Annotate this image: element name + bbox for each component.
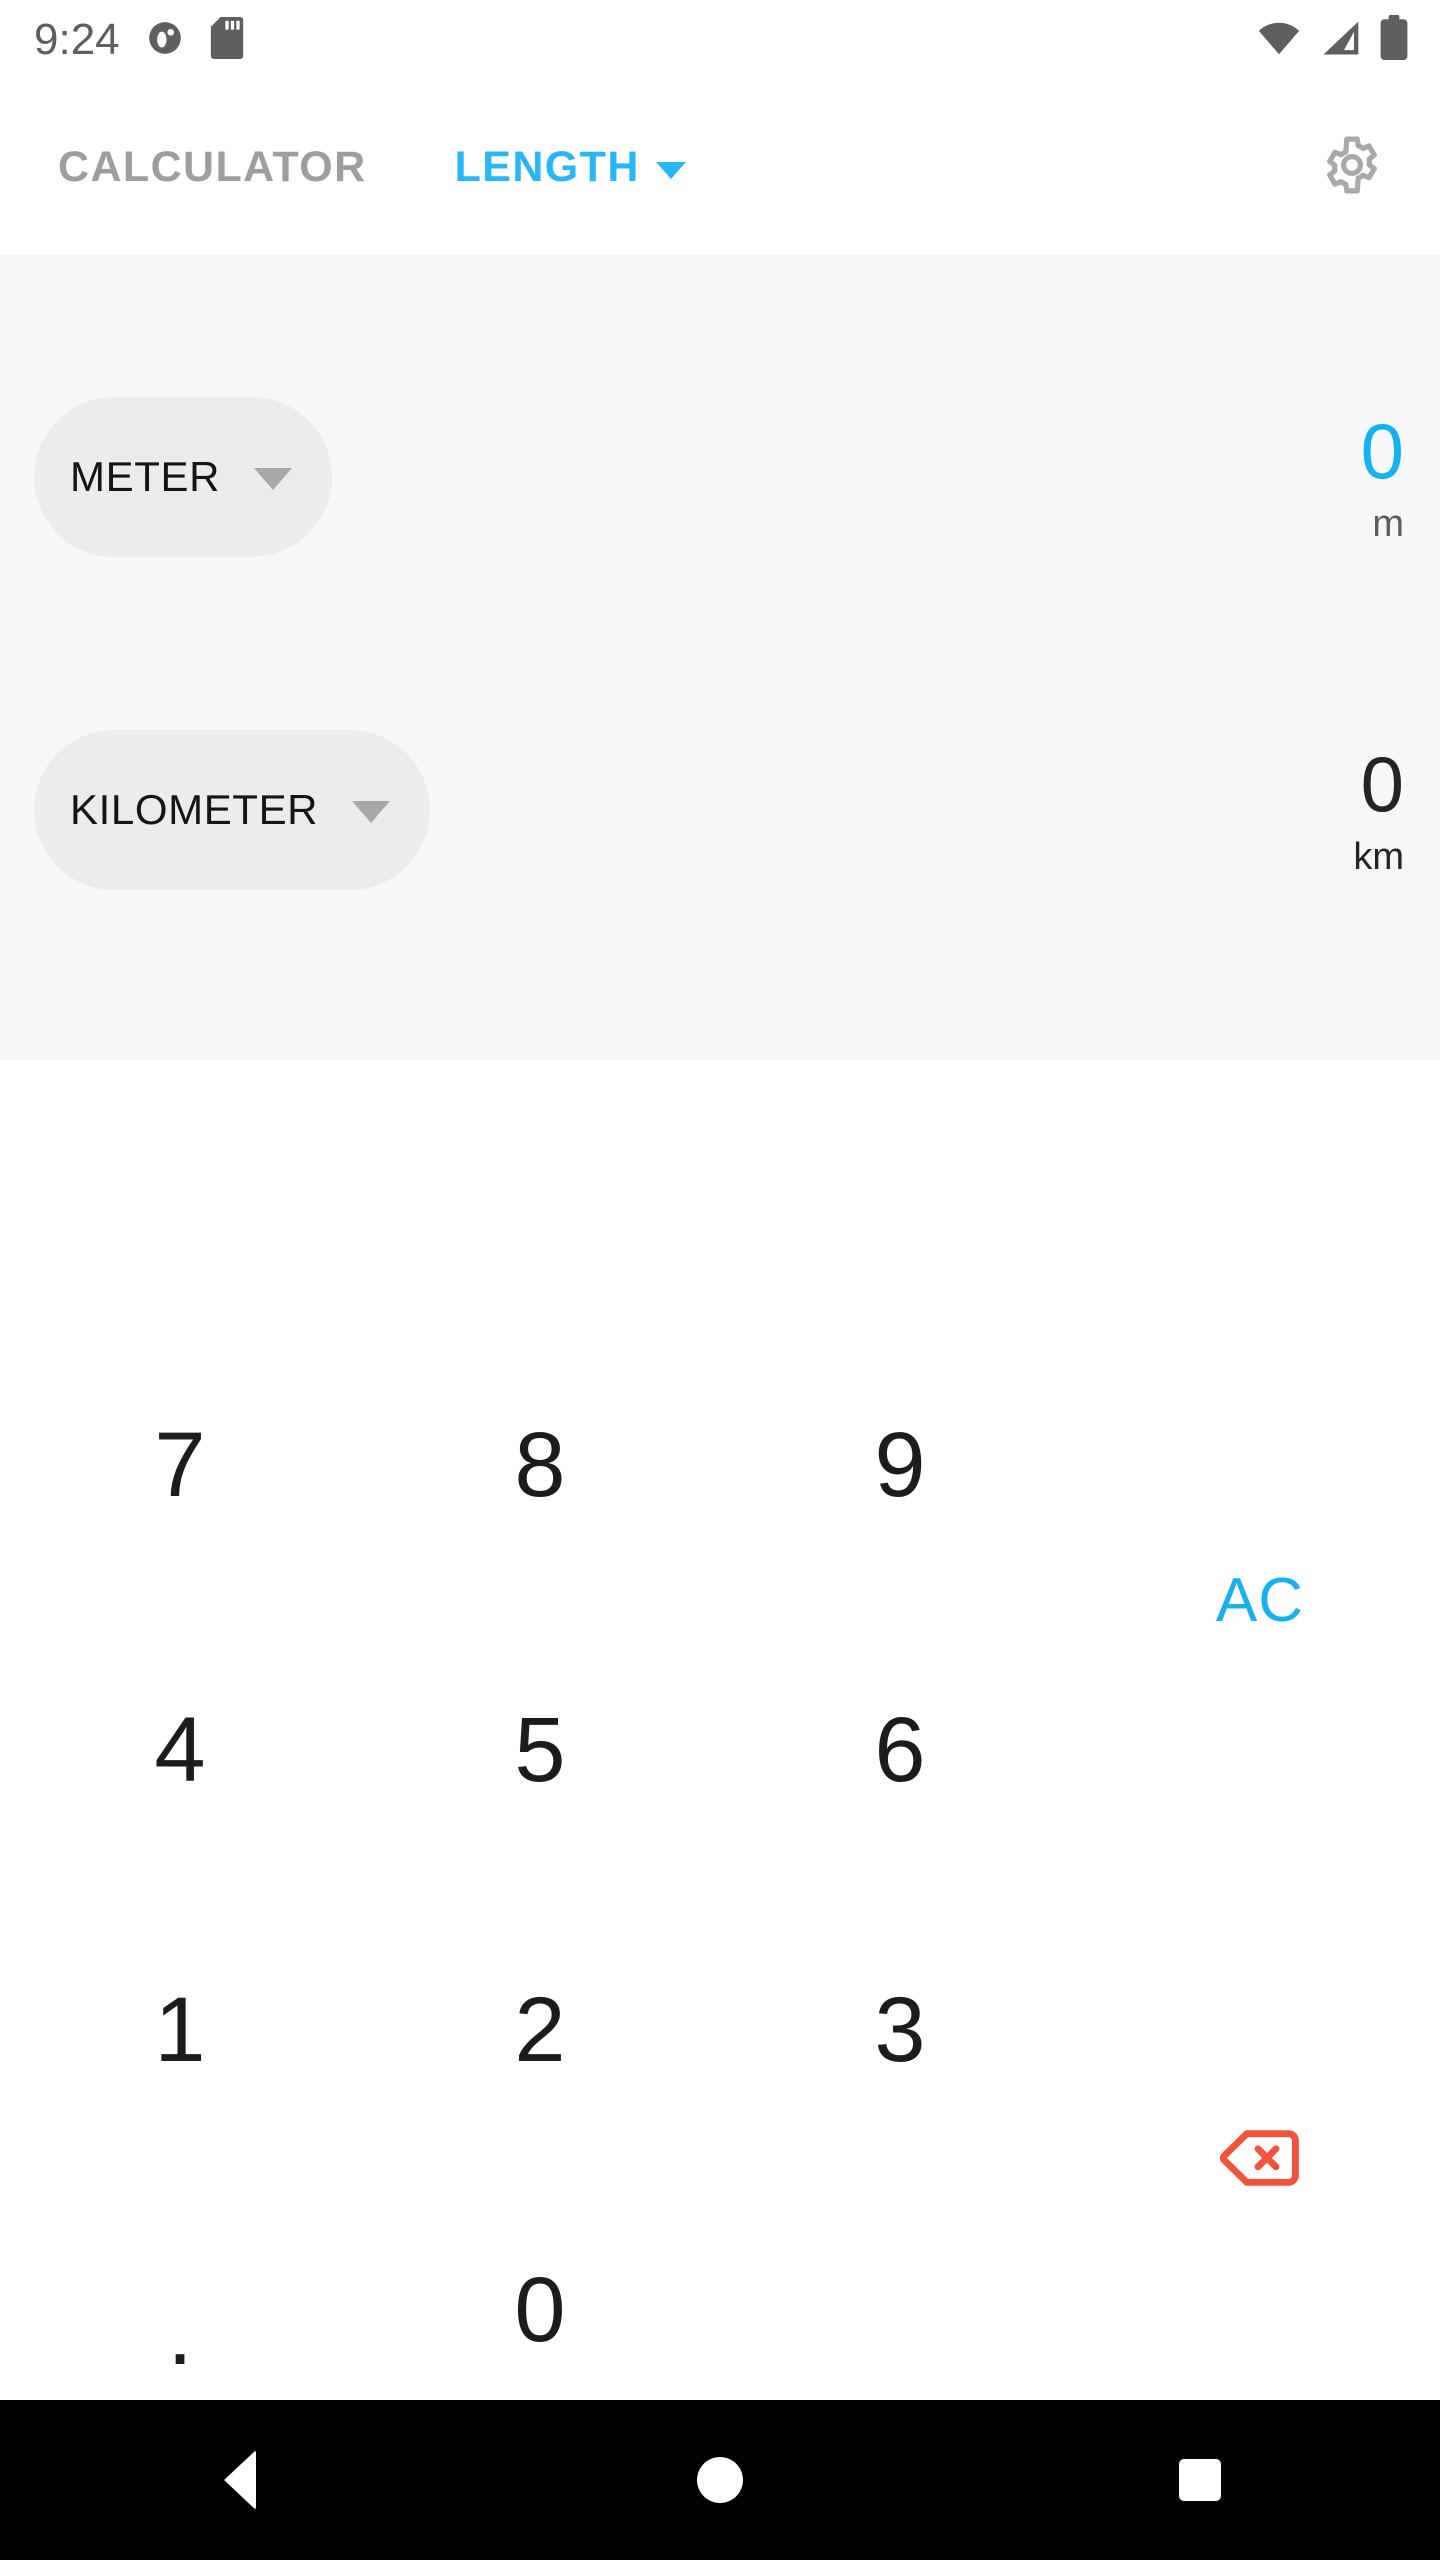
category-label: LENGTH xyxy=(454,143,640,191)
conversion-display-panel: METER 0 m KILOMETER 0 km xyxy=(0,255,1440,1060)
nav-home-button[interactable] xyxy=(480,2400,960,2560)
app-bar: CALCULATOR LENGTH xyxy=(0,80,1440,255)
status-bar-left-group: 9:24 xyxy=(34,15,244,64)
unit-selector-from-label: METER xyxy=(70,453,220,500)
backspace-icon xyxy=(1219,2128,1301,2193)
app-title: CALCULATOR xyxy=(58,143,367,191)
key-6[interactable]: 6 xyxy=(750,1635,1050,1865)
back-triangle-icon xyxy=(224,2450,256,2510)
recents-square-icon xyxy=(1179,2459,1221,2501)
cell-signal-icon xyxy=(1318,16,1362,65)
value-to-unit: km xyxy=(1353,836,1404,878)
system-navigation-bar xyxy=(0,2400,1440,2560)
settings-button[interactable] xyxy=(1300,116,1404,220)
status-bar: 9:24 xyxy=(0,0,1440,80)
nav-back-button[interactable] xyxy=(0,2400,480,2560)
nav-recents-button[interactable] xyxy=(960,2400,1440,2560)
conversion-row-to: KILOMETER 0 km xyxy=(0,730,1440,890)
gear-icon xyxy=(1319,132,1385,203)
key-8[interactable]: 8 xyxy=(390,1350,690,1580)
key-all-clear[interactable]: AC xyxy=(1110,1500,1410,1700)
wifi-icon xyxy=(1256,15,1302,66)
value-from-unit: m xyxy=(1372,503,1404,545)
category-selector[interactable]: LENGTH xyxy=(455,143,686,192)
value-display-to[interactable]: 0 km xyxy=(1353,740,1404,880)
status-bar-right-group xyxy=(1256,14,1410,66)
key-9[interactable]: 9 xyxy=(750,1350,1050,1580)
chevron-down-icon xyxy=(655,161,686,179)
chevron-down-icon xyxy=(254,468,292,490)
key-4[interactable]: 4 xyxy=(30,1635,330,1865)
home-circle-icon xyxy=(697,2457,743,2503)
unit-selector-to[interactable]: KILOMETER xyxy=(34,730,431,890)
chevron-down-icon xyxy=(352,801,391,823)
unit-selector-to-label: KILOMETER xyxy=(70,786,319,833)
app-circle-icon xyxy=(146,19,184,62)
key-decimal-point[interactable]: . xyxy=(30,2195,330,2425)
key-backspace[interactable] xyxy=(1110,2060,1410,2260)
value-from-number: 0 xyxy=(1360,407,1404,495)
keypad: 7 8 9 AC 4 5 6 1 2 3 . 0 xyxy=(0,1060,1440,2400)
value-to-number: 0 xyxy=(1360,740,1404,828)
value-display-from[interactable]: 0 m xyxy=(1361,407,1404,547)
key-5[interactable]: 5 xyxy=(390,1635,690,1865)
key-0[interactable]: 0 xyxy=(390,2195,690,2425)
key-7[interactable]: 7 xyxy=(30,1350,330,1580)
sd-card-icon xyxy=(210,16,244,64)
key-1[interactable]: 1 xyxy=(30,1915,330,2145)
key-2[interactable]: 2 xyxy=(390,1915,690,2145)
conversion-row-from: METER 0 m xyxy=(0,397,1440,557)
unit-selector-from[interactable]: METER xyxy=(34,397,332,557)
status-bar-clock: 9:24 xyxy=(34,15,120,64)
key-3[interactable]: 3 xyxy=(750,1915,1050,2145)
battery-icon xyxy=(1378,14,1410,66)
app-screen: 9:24 CALCULATOR LENGTH METER 0 m KILOMET… xyxy=(0,0,1440,2560)
